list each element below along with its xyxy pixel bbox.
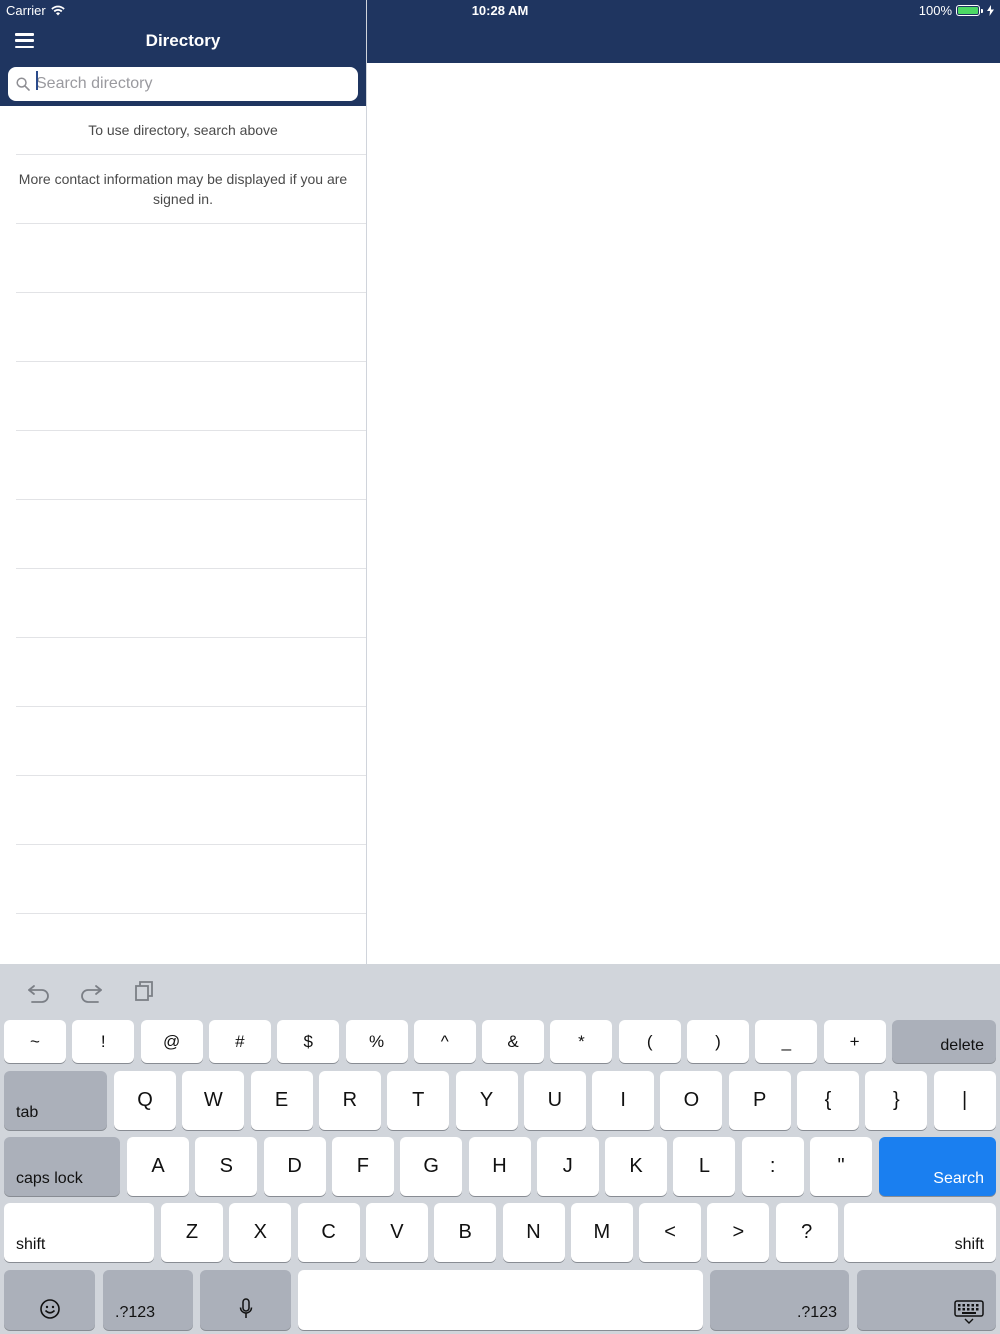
redo-icon[interactable] (78, 978, 104, 1004)
key[interactable]: } (865, 1071, 928, 1130)
list-item-hint: To use directory, search above (16, 106, 366, 155)
key[interactable]: J (536, 1137, 599, 1196)
space-key[interactable] (298, 1270, 703, 1330)
key[interactable]: ( (618, 1020, 681, 1063)
microphone-icon (239, 1298, 252, 1318)
list-item (16, 431, 366, 500)
keyboard-dismiss-icon (954, 1300, 984, 1324)
signin-note-text: More contact information may be displaye… (18, 171, 348, 207)
key[interactable]: P (728, 1071, 791, 1130)
key[interactable]: X (229, 1203, 292, 1262)
key[interactable]: & (482, 1020, 545, 1063)
key[interactable]: @ (140, 1020, 203, 1063)
hide-keyboard-key[interactable] (857, 1270, 996, 1330)
paste-icon[interactable] (132, 978, 158, 1004)
key[interactable]: U (523, 1071, 586, 1130)
dictation-key[interactable] (200, 1270, 291, 1330)
clock: 10:28 AM (471, 3, 529, 18)
battery-percent: 100% (918, 3, 952, 18)
key[interactable]: { (797, 1071, 859, 1130)
delete-key[interactable]: delete (892, 1020, 996, 1063)
key[interactable]: Q (114, 1071, 176, 1130)
key[interactable]: ^ (413, 1020, 476, 1063)
key[interactable]: G (400, 1137, 463, 1196)
key[interactable]: I (592, 1071, 655, 1130)
key[interactable]: F (331, 1137, 394, 1196)
key[interactable]: B (434, 1203, 497, 1262)
key[interactable]: Z (161, 1203, 223, 1262)
key[interactable]: E (250, 1071, 313, 1130)
emoji-icon (39, 1299, 60, 1319)
list-item (16, 638, 366, 707)
key[interactable]: ! (72, 1020, 135, 1063)
page-title: Directory (145, 31, 221, 50)
list-item (16, 293, 366, 362)
key[interactable]: ~ (4, 1020, 66, 1063)
text-cursor (36, 71, 38, 90)
key[interactable]: M (570, 1203, 633, 1262)
list-item-signin-note: More contact information may be displaye… (16, 155, 366, 224)
numbers-key-left[interactable]: .?123 (103, 1270, 193, 1330)
emoji-key[interactable] (4, 1270, 95, 1330)
charging-icon (987, 5, 994, 16)
key[interactable]: L (673, 1137, 736, 1196)
key[interactable]: A (127, 1137, 189, 1196)
hint-text: To use directory, search above (88, 122, 278, 138)
key[interactable]: T (387, 1071, 450, 1130)
key[interactable]: " (810, 1137, 872, 1196)
key[interactable]: Y (455, 1071, 518, 1130)
key[interactable]: > (707, 1203, 770, 1262)
caps-lock-key[interactable]: caps lock (4, 1137, 120, 1196)
status-bar: Carrier 10:28 AM 100% (0, 0, 1000, 20)
key[interactable]: W (182, 1071, 245, 1130)
key[interactable]: < (639, 1203, 702, 1262)
battery-group: 100% (919, 3, 994, 18)
key[interactable]: V (365, 1203, 428, 1262)
key[interactable]: % (345, 1020, 408, 1063)
list-item (16, 845, 366, 914)
search-field[interactable] (8, 67, 358, 101)
key[interactable]: # (208, 1020, 271, 1063)
key[interactable]: H (468, 1137, 531, 1196)
list-item (16, 707, 366, 776)
key[interactable]: C (297, 1203, 360, 1262)
key[interactable]: : (741, 1137, 804, 1196)
list-item (16, 224, 366, 293)
shift-left-key[interactable]: shift (4, 1203, 154, 1262)
key[interactable]: S (195, 1137, 258, 1196)
key[interactable]: D (263, 1137, 326, 1196)
key[interactable]: _ (755, 1020, 818, 1063)
key[interactable]: O (660, 1071, 723, 1130)
key[interactable]: + (823, 1020, 886, 1063)
undo-icon[interactable] (26, 978, 52, 1004)
shift-right-key[interactable]: shift (844, 1203, 996, 1262)
key[interactable]: R (318, 1071, 381, 1130)
list-item (16, 776, 366, 845)
key[interactable]: | (933, 1071, 996, 1130)
list-item (16, 569, 366, 638)
split-divider (366, 0, 367, 964)
search-input[interactable] (36, 67, 346, 101)
tab-key[interactable]: tab (4, 1071, 107, 1130)
numbers-key-right[interactable]: .?123 (710, 1270, 849, 1330)
search-bar (0, 63, 366, 106)
list-item (16, 362, 366, 431)
search-key[interactable]: Search (879, 1137, 996, 1196)
directory-list: To use directory, search above More cont… (0, 106, 366, 914)
key[interactable]: N (502, 1203, 565, 1262)
key[interactable]: K (605, 1137, 668, 1196)
search-icon (16, 77, 30, 91)
key[interactable]: ) (687, 1020, 749, 1063)
key[interactable]: $ (277, 1020, 340, 1063)
key[interactable]: * (550, 1020, 613, 1063)
battery-icon (956, 5, 983, 16)
key[interactable]: ? (775, 1203, 838, 1262)
list-item (16, 500, 366, 569)
